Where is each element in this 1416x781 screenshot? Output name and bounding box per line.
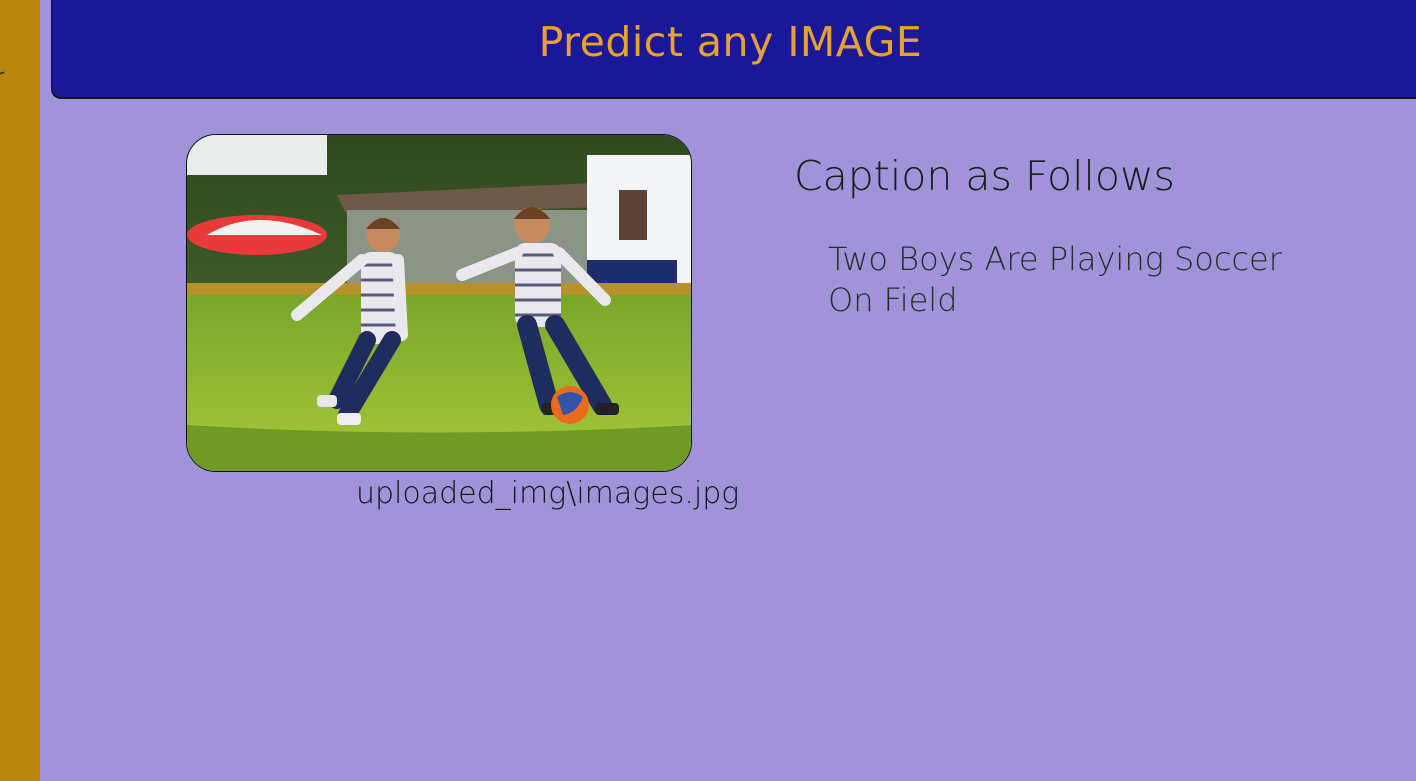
uploaded-image [186,134,692,472]
uploaded-filename: uploaded_img\images.jpg [356,476,740,511]
caption-text: Two Boys Are Playing Soccer On Field [828,240,1282,319]
page-title: Predict any IMAGE [538,18,923,66]
soccer-photo-icon [187,135,691,471]
page-header: Predict any IMAGE [51,0,1416,99]
left-sidebar: r [0,0,40,781]
sidebar-edge-text: r [0,64,5,88]
caption-heading: Caption as Follows [794,152,1175,200]
